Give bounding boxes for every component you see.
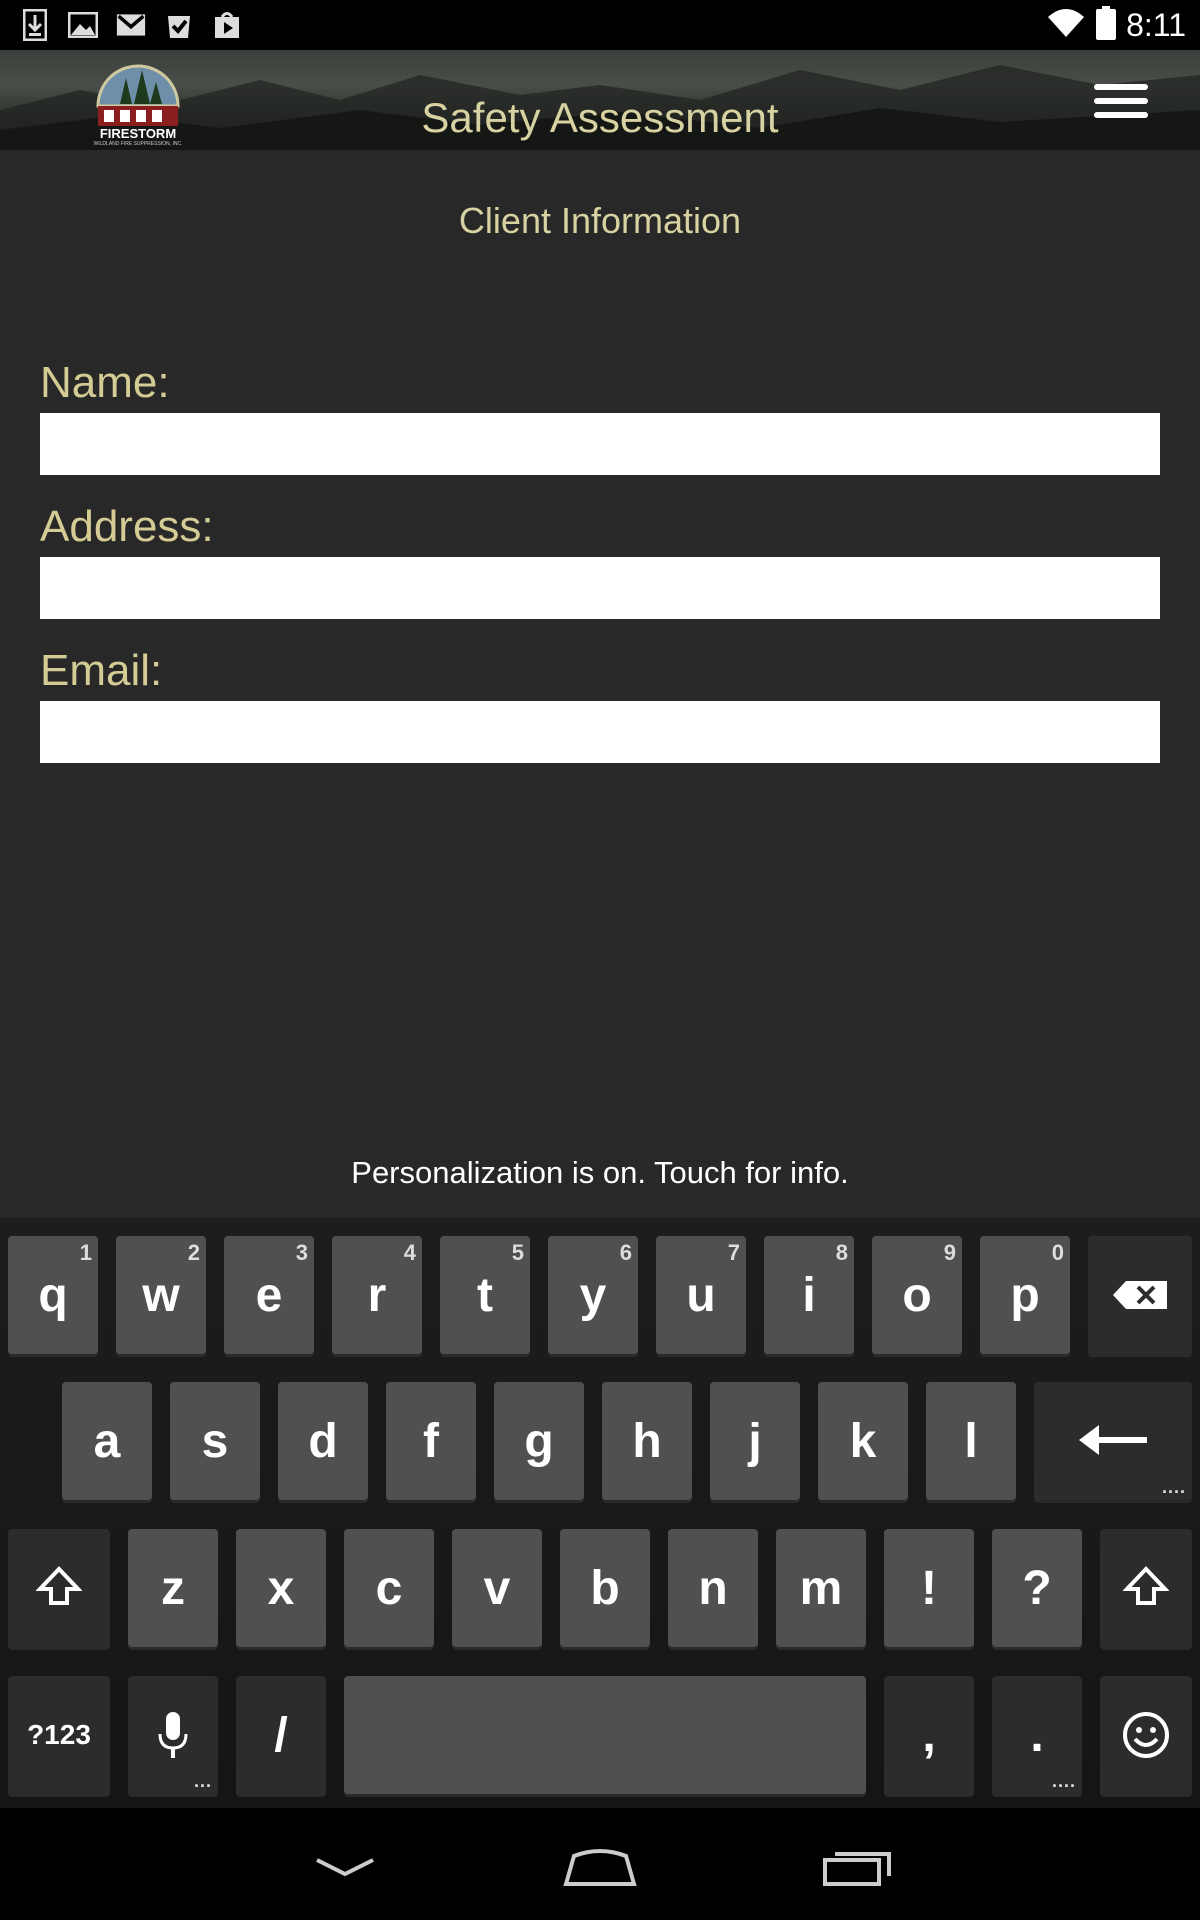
- key-z[interactable]: z: [128, 1529, 218, 1647]
- key-t[interactable]: t5: [440, 1236, 530, 1354]
- key-comma[interactable]: ,: [884, 1676, 974, 1794]
- key-u[interactable]: u7: [656, 1236, 746, 1354]
- name-label: Name:: [40, 358, 170, 407]
- key-d[interactable]: d: [278, 1382, 368, 1500]
- status-bar: 8:11: [0, 0, 1200, 50]
- smiley-icon: [1123, 1712, 1169, 1758]
- key-y[interactable]: y6: [548, 1236, 638, 1354]
- spacebar[interactable]: [344, 1676, 866, 1794]
- soft-keyboard: q1 w2 e3 r4 t5 y6 u7 i8 o9 p0 a s d f g …: [0, 1218, 1200, 1808]
- app-header: FIRESTORM WILDLAND FIRE SUPPRESSION, INC…: [0, 50, 1200, 150]
- emoji-key[interactable]: [1100, 1676, 1192, 1794]
- key-period[interactable]: .....: [992, 1676, 1082, 1794]
- battery-icon: [1096, 5, 1117, 45]
- key-w[interactable]: w2: [116, 1236, 206, 1354]
- home-icon[interactable]: [555, 1838, 645, 1898]
- shift-key-left[interactable]: [8, 1529, 110, 1647]
- key-m[interactable]: m: [776, 1529, 866, 1647]
- shift-icon: [1123, 1566, 1169, 1605]
- shift-icon: [36, 1566, 82, 1605]
- gmail-icon: [116, 8, 146, 42]
- personalization-notice[interactable]: Personalization is on. Touch for info.: [0, 1155, 1200, 1191]
- play-store-icon: [212, 8, 242, 42]
- key-q[interactable]: q1: [8, 1236, 98, 1354]
- key-b[interactable]: b: [560, 1529, 650, 1647]
- key-g[interactable]: g: [494, 1382, 584, 1500]
- key-k[interactable]: k: [818, 1382, 908, 1500]
- recent-apps-icon[interactable]: [812, 1838, 902, 1898]
- enter-key[interactable]: ....: [1034, 1382, 1192, 1500]
- key-r[interactable]: r4: [332, 1236, 422, 1354]
- page-title: Safety Assessment: [421, 94, 779, 141]
- email-field[interactable]: [40, 701, 1160, 763]
- tasks-icon: [164, 8, 194, 42]
- key-j[interactable]: j: [710, 1382, 800, 1500]
- voice-input-key[interactable]: ...: [128, 1676, 218, 1794]
- symbols-key[interactable]: ?123: [8, 1676, 110, 1794]
- microphone-icon: [158, 1712, 188, 1758]
- address-label: Address:: [40, 502, 214, 551]
- enter-arrow-icon: [1079, 1425, 1147, 1455]
- key-s[interactable]: s: [170, 1382, 260, 1500]
- key-h[interactable]: h: [602, 1382, 692, 1500]
- key-c[interactable]: c: [344, 1529, 434, 1647]
- key-e[interactable]: e3: [224, 1236, 314, 1354]
- key-n[interactable]: n: [668, 1529, 758, 1647]
- key-v[interactable]: v: [452, 1529, 542, 1647]
- hamburger-menu-icon[interactable]: [1094, 84, 1148, 124]
- key-question[interactable]: ?: [992, 1529, 1082, 1647]
- back-hide-keyboard-icon[interactable]: [300, 1838, 390, 1898]
- section-title: Client Information: [458, 200, 742, 241]
- key-o[interactable]: o9: [872, 1236, 962, 1354]
- name-field[interactable]: [40, 413, 1160, 475]
- key-a[interactable]: a: [62, 1382, 152, 1500]
- key-slash[interactable]: /: [236, 1676, 326, 1794]
- navigation-bar: [0, 1808, 1200, 1920]
- image-icon: [68, 8, 98, 42]
- backspace-key[interactable]: [1088, 1236, 1192, 1354]
- key-x[interactable]: x: [236, 1529, 326, 1647]
- key-p[interactable]: p0: [980, 1236, 1070, 1354]
- backspace-icon: [1113, 1281, 1167, 1309]
- clock: 8:11: [1126, 6, 1186, 43]
- address-field[interactable]: [40, 557, 1160, 619]
- shift-key-right[interactable]: [1100, 1529, 1192, 1647]
- email-label: Email:: [40, 646, 163, 695]
- key-i[interactable]: i8: [764, 1236, 854, 1354]
- key-l[interactable]: l: [926, 1382, 1016, 1500]
- wifi-icon: [1046, 7, 1086, 44]
- key-f[interactable]: f: [386, 1382, 476, 1500]
- key-exclamation[interactable]: !: [884, 1529, 974, 1647]
- download-icon: [20, 8, 50, 42]
